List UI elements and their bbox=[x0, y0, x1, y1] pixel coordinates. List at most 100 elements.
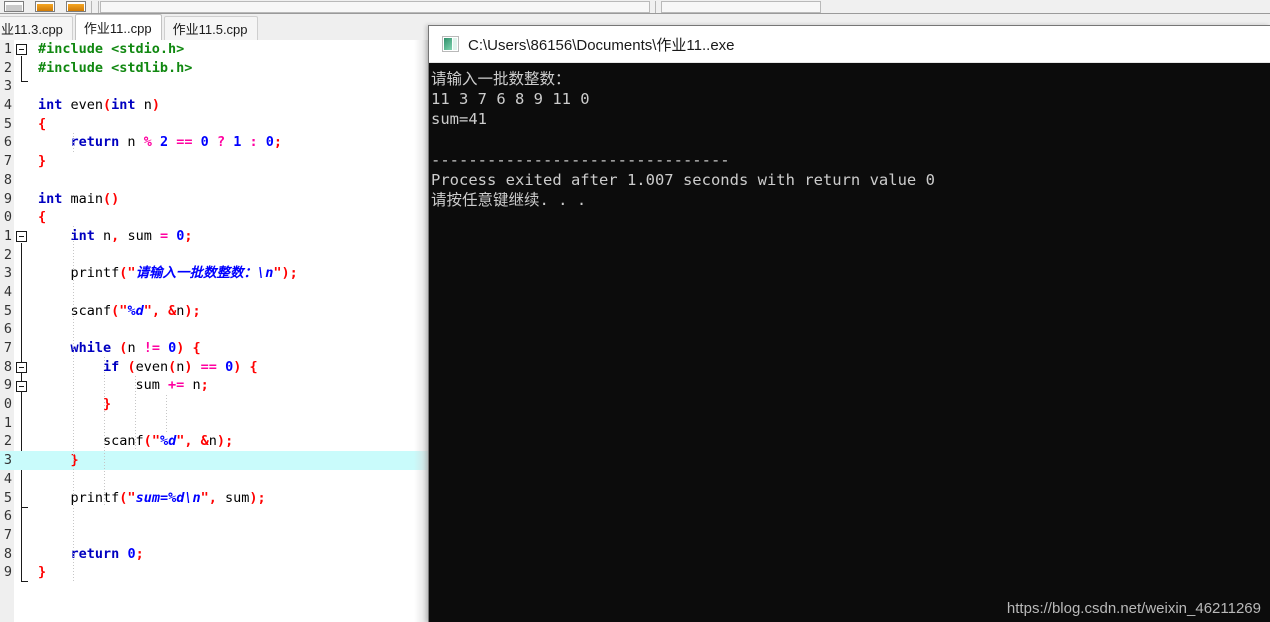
toolbar-icon-group bbox=[0, 1, 86, 12]
code-line[interactable]: 6 bbox=[0, 507, 430, 526]
line-number: 9 bbox=[3, 190, 12, 207]
code-lines-container[interactable]: 1 #include <stdio.h> 2 #include <stdlib.h> 3… bbox=[0, 40, 430, 622]
code-line[interactable]: 8 bbox=[0, 171, 430, 190]
code-line[interactable]: 2 scanf("%d", &n); bbox=[0, 432, 430, 451]
line-number: 1 bbox=[3, 414, 12, 431]
code-line[interactable]: 6 bbox=[0, 320, 430, 339]
code-text: { bbox=[38, 115, 47, 132]
watermark-text: https://blog.csdn.net/weixin_46211269 bbox=[1006, 600, 1261, 617]
line-number: 5 bbox=[3, 115, 12, 132]
code-editor[interactable]: 1 #include <stdio.h> 2 #include <stdlib.h> 3… bbox=[0, 40, 430, 622]
console-line: sum=41 bbox=[431, 110, 487, 129]
toolbar-strip bbox=[0, 0, 1270, 14]
code-line[interactable]: 5 scanf("%d", &n); bbox=[0, 302, 430, 321]
line-number: 2 bbox=[3, 246, 12, 263]
code-line[interactable]: 9} bbox=[0, 563, 430, 582]
code-text: printf("请输入一批数整数：\n"); bbox=[38, 265, 298, 282]
line-number: 3 bbox=[3, 78, 12, 95]
folder-outline-icon[interactable] bbox=[66, 1, 86, 12]
code-text: sum += n; bbox=[135, 377, 209, 394]
code-text: return 0; bbox=[70, 545, 144, 562]
toolbar-divider bbox=[91, 0, 92, 13]
code-line[interactable]: 7 while (n != 0) { bbox=[0, 339, 430, 358]
code-line[interactable]: 0 } bbox=[0, 395, 430, 414]
line-number: 4 bbox=[3, 283, 12, 300]
code-text: { bbox=[38, 209, 47, 226]
code-line[interactable]: 0{ bbox=[0, 208, 430, 227]
tab-zuoye-11-5[interactable]: 作业11.5.cpp bbox=[163, 16, 258, 40]
code-text: int even(int n) bbox=[38, 97, 160, 114]
tab-label: 业11.3.cpp bbox=[1, 22, 63, 37]
line-number: 6 bbox=[3, 321, 12, 338]
line-number: 6 bbox=[3, 508, 12, 525]
code-line[interactable]: 1 bbox=[0, 414, 430, 433]
code-text: while (n != 0) { bbox=[70, 340, 201, 356]
line-number: 5 bbox=[3, 489, 12, 506]
code-text: } bbox=[38, 564, 47, 581]
code-line[interactable]: 7 bbox=[0, 526, 430, 545]
code-text: #include <stdlib.h> bbox=[38, 59, 193, 76]
line-number: 0 bbox=[3, 209, 12, 226]
console-window[interactable]: C:\Users\86156\Documents\作业11..exe 请输入一批… bbox=[428, 25, 1270, 622]
app-root: 业11.3.cpp 作业11..cpp 作业11.5.cpp 1 #includ… bbox=[0, 0, 1270, 622]
toolbar-field-secondary[interactable] bbox=[661, 0, 821, 13]
console-window-icon bbox=[442, 36, 459, 52]
code-line[interactable]: 3 } bbox=[0, 451, 430, 470]
code-text: scanf("%d", &n); bbox=[38, 302, 201, 319]
line-number: 9 bbox=[3, 564, 12, 581]
code-line[interactable]: 5{ bbox=[0, 115, 430, 134]
code-line[interactable]: 1 int n, sum = 0; bbox=[0, 227, 430, 246]
code-line[interactable]: 4 bbox=[0, 470, 430, 489]
code-line[interactable]: 4 int even(int n) bbox=[0, 96, 430, 115]
code-text: int main() bbox=[38, 190, 120, 207]
code-line[interactable]: 8 if (even(n) == 0) { bbox=[0, 358, 430, 377]
console-line: 请输入一批数整数： bbox=[431, 70, 571, 88]
tab-zuoye-11-3[interactable]: 业11.3.cpp bbox=[0, 16, 73, 40]
code-text: } bbox=[103, 396, 112, 413]
code-line[interactable]: 5 printf("sum=%d\n", sum); bbox=[0, 489, 430, 508]
line-number: 3 bbox=[3, 265, 12, 282]
code-line[interactable]: 8 return 0; bbox=[0, 545, 430, 564]
code-line[interactable]: 2 bbox=[0, 246, 430, 265]
indent-guide bbox=[73, 133, 74, 152]
code-line[interactable]: 7} bbox=[0, 152, 430, 171]
line-number: 8 bbox=[3, 545, 12, 562]
line-number: 0 bbox=[3, 396, 12, 413]
code-line[interactable]: 9 int main() bbox=[0, 190, 430, 209]
line-number: 9 bbox=[3, 377, 12, 394]
console-title-text: C:\Users\86156\Documents\作业11..exe bbox=[468, 36, 735, 54]
console-line: 11 3 7 6 8 9 11 0 bbox=[431, 90, 590, 109]
line-number: 1 bbox=[3, 227, 12, 244]
console-line: 请按任意键继续. . . bbox=[431, 191, 587, 210]
console-titlebar[interactable]: C:\Users\86156\Documents\作业11..exe bbox=[429, 26, 1270, 63]
line-number: 6 bbox=[3, 134, 12, 151]
toolbar-grip[interactable] bbox=[98, 0, 99, 13]
indent-guide bbox=[104, 357, 105, 507]
line-number: 3 bbox=[3, 452, 12, 469]
toolbar-field-primary[interactable] bbox=[100, 0, 650, 13]
code-line[interactable]: 9 sum += n; bbox=[0, 376, 430, 395]
code-line[interactable]: 3 bbox=[0, 77, 430, 96]
code-text: } bbox=[38, 153, 47, 170]
tab-label: 作业11.5.cpp bbox=[172, 22, 248, 37]
line-number: 7 bbox=[3, 526, 12, 543]
indent-guide bbox=[73, 226, 74, 581]
code-text: int n, sum = 0; bbox=[70, 227, 193, 244]
code-line[interactable]: 2 #include <stdlib.h> bbox=[0, 59, 430, 78]
line-number: 7 bbox=[3, 340, 12, 356]
line-number: 4 bbox=[3, 97, 12, 114]
tab-label: 作业11..cpp bbox=[83, 21, 152, 36]
window-icon[interactable] bbox=[4, 1, 24, 12]
console-output[interactable]: 请输入一批数整数： 11 3 7 6 8 9 11 0 sum=41 --------… bbox=[429, 63, 1270, 622]
toolbar-divider-2 bbox=[655, 0, 656, 13]
code-line[interactable]: 4 bbox=[0, 283, 430, 302]
code-line[interactable]: 6 return n % 2 == 0 ? 1 : 0; bbox=[0, 133, 430, 152]
code-line[interactable]: 1 #include <stdio.h> bbox=[0, 40, 430, 59]
code-line[interactable]: 3 printf("请输入一批数整数：\n"); bbox=[0, 264, 430, 283]
tab-zuoye-11[interactable]: 作业11..cpp bbox=[74, 14, 162, 40]
line-number: 2 bbox=[3, 59, 12, 76]
console-line: -------------------------------- bbox=[431, 150, 730, 169]
line-number: 8 bbox=[3, 358, 12, 375]
folder-orange-icon[interactable] bbox=[35, 1, 55, 12]
line-number: 4 bbox=[3, 470, 12, 487]
